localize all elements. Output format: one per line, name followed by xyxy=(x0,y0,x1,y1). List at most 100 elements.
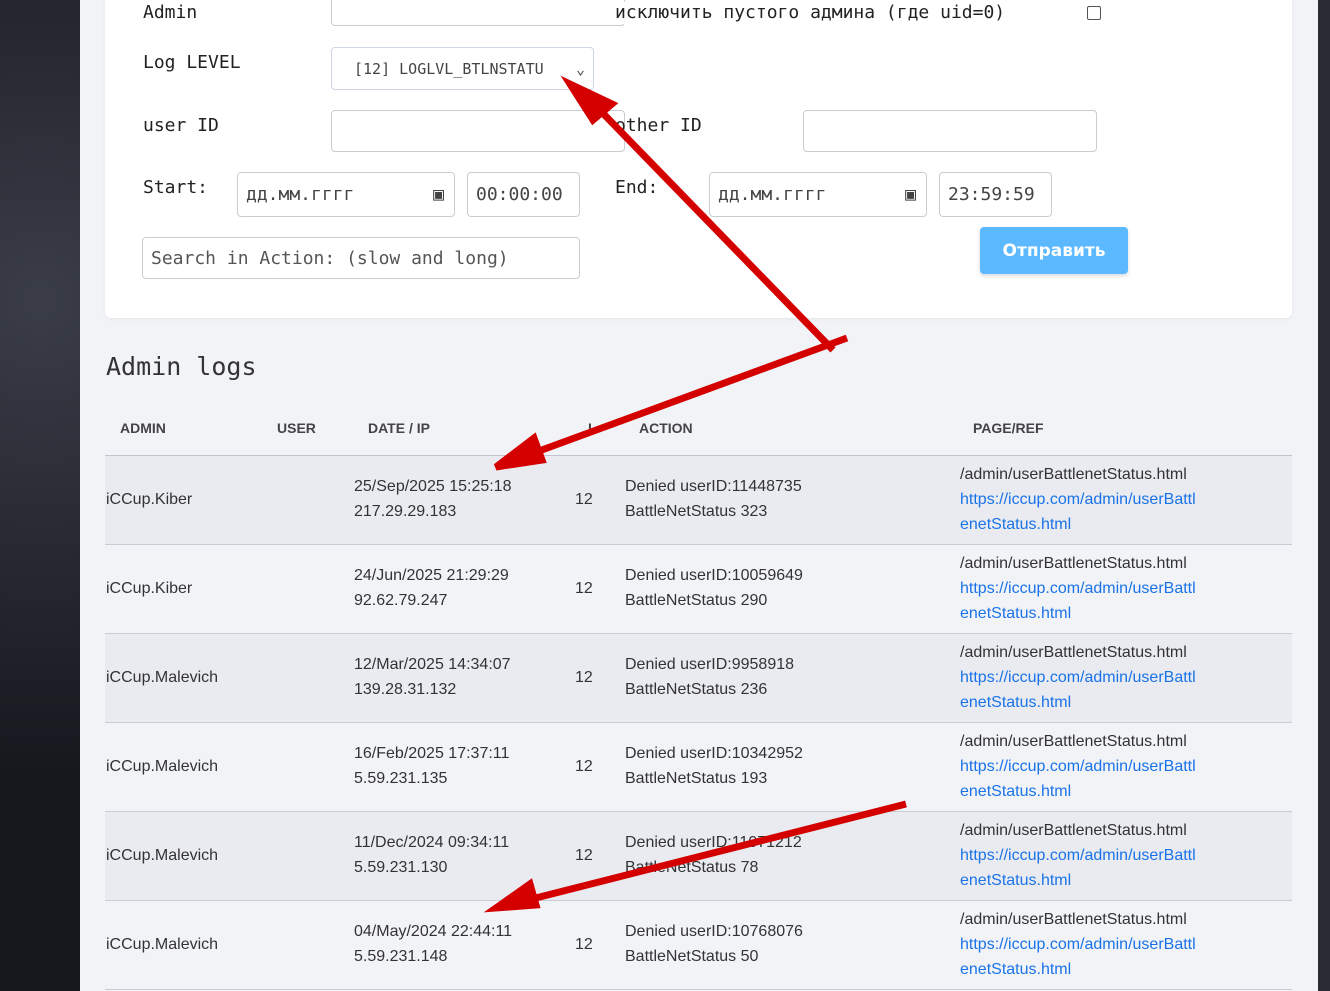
end-date-input[interactable]: дд.мм.гггг ▣ xyxy=(709,172,927,217)
page-ref-cell: /admin/userBattlenetStatus.html https://i… xyxy=(960,729,1196,804)
action-line: Denied userID:10059649 xyxy=(625,567,803,584)
action-cell: Denied userID:11071212 BattleNetStatus 78 xyxy=(625,830,802,880)
start-label: Start: xyxy=(143,177,209,198)
ref-link[interactable]: https://iccup.com/admin/userBattl enetSta… xyxy=(960,847,1196,889)
action-line: BattleNetStatus 323 xyxy=(625,503,768,520)
page-ref-cell: /admin/userBattlenetStatus.html https://i… xyxy=(960,551,1196,626)
level-cell: 12 xyxy=(575,580,593,597)
level-cell: 12 xyxy=(575,847,593,864)
ref-link[interactable]: https://iccup.com/admin/userBattl enetSta… xyxy=(960,758,1196,800)
table-row: iCCup.Malevich 04/May/2024 22:44:11 5.59.… xyxy=(105,901,1292,990)
date-ip-cell: 16/Feb/2025 17:37:11 5.59.231.135 xyxy=(354,741,509,791)
header-user: USER xyxy=(277,420,316,436)
header-page-ref: PAGE/REF xyxy=(973,420,1044,436)
ip: 139.28.31.132 xyxy=(354,681,457,698)
ref-link[interactable]: https://iccup.com/admin/userBattl enetSta… xyxy=(960,580,1196,622)
action-line: Denied userID:11448735 xyxy=(625,478,802,495)
main-content: Admin исключить пустого админа (где uid=… xyxy=(80,0,1318,991)
user-id-input[interactable] xyxy=(331,110,625,152)
action-line: Denied userID:10342952 xyxy=(625,745,803,762)
start-date-placeholder: дд.мм.гггг xyxy=(246,184,355,205)
page-ref-cell: /admin/userBattlenetStatus.html https://i… xyxy=(960,462,1196,537)
start-time-value: 00:00:00 xyxy=(476,184,563,205)
admin-cell: iCCup.Kiber xyxy=(106,491,193,508)
exclude-checkbox[interactable] xyxy=(1087,6,1101,20)
action-cell: Denied userID:10059649 BattleNetStatus 29… xyxy=(625,563,803,613)
page-path: /admin/userBattlenetStatus.html xyxy=(960,822,1187,839)
other-id-input[interactable] xyxy=(803,110,1097,152)
end-time-value: 23:59:59 xyxy=(948,184,1035,205)
action-cell: Denied userID:9958918 BattleNetStatus 236 xyxy=(625,652,794,702)
level-cell: 12 xyxy=(575,758,593,775)
table-row: iCCup.Kiber 24/Jun/2025 21:29:29 92.62.79… xyxy=(105,545,1292,634)
level-cell: 12 xyxy=(575,936,593,953)
ref-link[interactable]: https://iccup.com/admin/userBattl enetSta… xyxy=(960,936,1196,978)
date-ip-cell: 24/Jun/2025 21:29:29 92.62.79.247 xyxy=(354,563,509,613)
header-level: L xyxy=(588,420,597,436)
admin-cell: iCCup.Malevich xyxy=(106,847,219,864)
table-row: iCCup.Malevich 16/Feb/2025 17:37:11 5.59.… xyxy=(105,723,1292,812)
ip: 217.29.29.183 xyxy=(354,503,457,520)
user-id-label: user ID xyxy=(143,115,219,136)
header-action: ACTION xyxy=(639,420,693,436)
start-date-input[interactable]: дд.мм.гггг ▣ xyxy=(237,172,455,217)
date-ip-cell: 04/May/2024 22:44:11 5.59.231.148 xyxy=(354,919,512,969)
admin-cell: iCCup.Malevich xyxy=(106,669,219,686)
page-path: /admin/userBattlenetStatus.html xyxy=(960,733,1187,750)
page-ref-cell: /admin/userBattlenetStatus.html https://i… xyxy=(960,640,1196,715)
admin-cell: iCCup.Kiber xyxy=(106,580,193,597)
ip: 5.59.231.130 xyxy=(354,859,448,876)
action-line: BattleNetStatus 50 xyxy=(625,948,759,965)
action-line: Denied userID:11071212 xyxy=(625,834,802,851)
ref-link[interactable]: https://iccup.com/admin/userBattl enetSta… xyxy=(960,669,1196,711)
date-ip-cell: 11/Dec/2024 09:34:11 5.59.231.130 xyxy=(354,830,509,880)
submit-button[interactable]: Отправить xyxy=(980,227,1128,274)
page-path: /admin/userBattlenetStatus.html xyxy=(960,466,1187,483)
calendar-icon[interactable]: ▣ xyxy=(433,184,444,205)
date: 24/Jun/2025 21:29:29 xyxy=(354,567,509,584)
date: 11/Dec/2024 09:34:11 xyxy=(354,834,510,851)
level-cell: 12 xyxy=(575,491,593,508)
action-line: BattleNetStatus 236 xyxy=(625,681,768,698)
action-line: BattleNetStatus 78 xyxy=(625,859,759,876)
action-line: Denied userID:10768076 xyxy=(625,923,803,940)
other-id-label: other ID xyxy=(615,115,702,136)
calendar-icon[interactable]: ▣ xyxy=(905,184,916,205)
log-level-label: Log LEVEL xyxy=(143,52,241,73)
level-cell: 12 xyxy=(575,669,593,686)
exclude-label: исключить пустого админа (где uid=0) xyxy=(615,2,1006,24)
action-cell: Denied userID:11448735 BattleNetStatus 32… xyxy=(625,474,802,524)
action-line: Denied userID:9958918 xyxy=(625,656,795,673)
log-level-value: [12] LOGLVL_BTLNSTATU xyxy=(354,59,544,78)
end-time-input[interactable]: 23:59:59 xyxy=(939,172,1052,217)
filter-form: Admin исключить пустого админа (где uid=… xyxy=(105,0,1292,318)
page-path: /admin/userBattlenetStatus.html xyxy=(960,555,1187,572)
search-action-input[interactable]: Search in Action: (slow and long) xyxy=(142,237,580,279)
action-cell: Denied userID:10768076 BattleNetStatus 50 xyxy=(625,919,803,969)
table-row: iCCup.Malevich 11/Dec/2024 09:34:11 5.59.… xyxy=(105,812,1292,901)
logs-table: iCCup.Kiber 25/Sep/2025 15:25:18 217.29.2… xyxy=(105,455,1292,990)
table-row: iCCup.Malevich 12/Mar/2025 14:34:07 139.2… xyxy=(105,634,1292,723)
date: 12/Mar/2025 14:34:07 xyxy=(354,656,511,673)
date: 25/Sep/2025 15:25:18 xyxy=(354,478,512,495)
page-title: Admin logs xyxy=(106,352,257,381)
ip: 5.59.231.135 xyxy=(354,770,448,787)
header-admin: ADMIN xyxy=(120,420,166,436)
page-path: /admin/userBattlenetStatus.html xyxy=(960,644,1187,661)
date-ip-cell: 12/Mar/2025 14:34:07 139.28.31.132 xyxy=(354,652,511,702)
log-level-select[interactable]: [12] LOGLVL_BTLNSTATU ⌄ xyxy=(331,47,594,90)
page-ref-cell: /admin/userBattlenetStatus.html https://i… xyxy=(960,907,1196,982)
action-line: BattleNetStatus 193 xyxy=(625,770,768,787)
chevron-down-icon: ⌄ xyxy=(575,59,585,78)
ref-link[interactable]: https://iccup.com/admin/userBattl enetSta… xyxy=(960,491,1196,533)
ip: 92.62.79.247 xyxy=(354,592,448,609)
admin-cell: iCCup.Malevich xyxy=(106,936,219,953)
end-label: End: xyxy=(615,177,659,198)
admin-input[interactable] xyxy=(331,0,625,26)
start-time-input[interactable]: 00:00:00 xyxy=(467,172,580,217)
action-cell: Denied userID:10342952 BattleNetStatus 19… xyxy=(625,741,803,791)
search-placeholder: Search in Action: (slow and long) xyxy=(151,247,509,269)
action-line: BattleNetStatus 290 xyxy=(625,592,768,609)
date: 16/Feb/2025 17:37:11 xyxy=(354,745,510,762)
date-ip-cell: 25/Sep/2025 15:25:18 217.29.29.183 xyxy=(354,474,511,524)
